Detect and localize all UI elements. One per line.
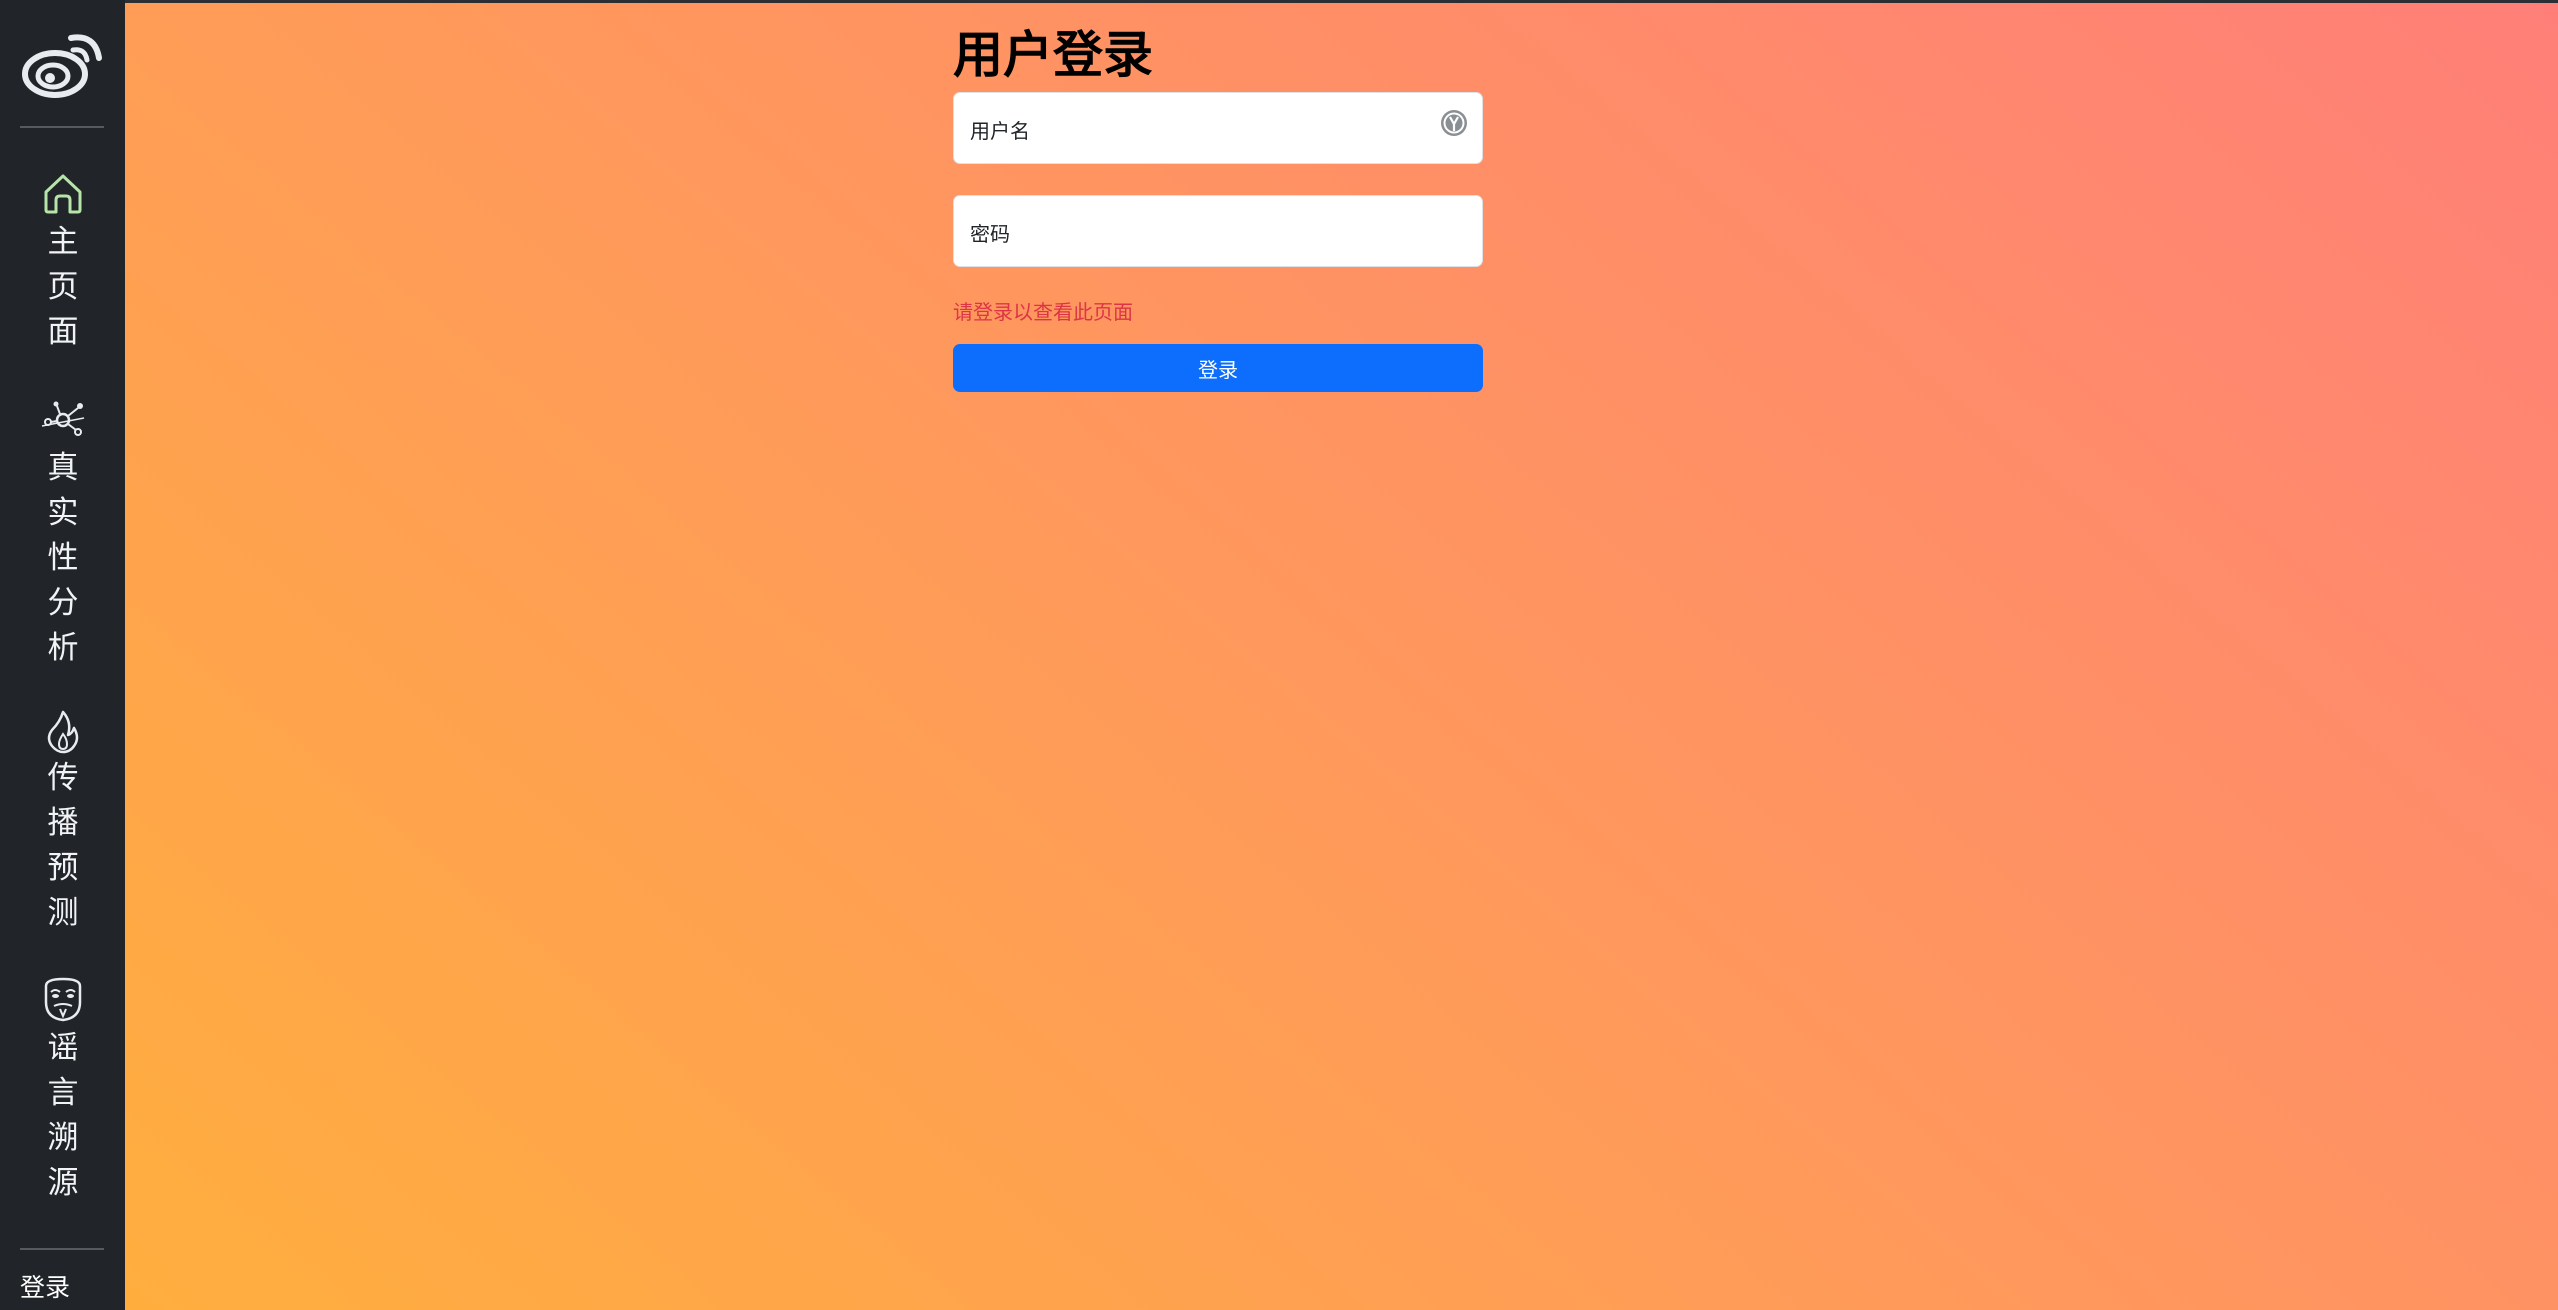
username-label: 用户名 <box>970 119 1030 143</box>
password-field[interactable]: 密码 <box>953 195 1483 267</box>
main-content: 用户登录 用户名 密码 请登录以查看此页面 登录 <box>125 3 2558 1310</box>
password-manager-icon[interactable] <box>1439 108 1469 138</box>
username-field[interactable]: 用户名 <box>953 92 1483 164</box>
login-required-message: 请登录以查看此页面 <box>953 300 1133 324</box>
page-title: 用户登录 <box>953 26 1153 84</box>
login-button[interactable]: 登录 <box>953 344 1483 392</box>
password-label: 密码 <box>970 222 1010 246</box>
